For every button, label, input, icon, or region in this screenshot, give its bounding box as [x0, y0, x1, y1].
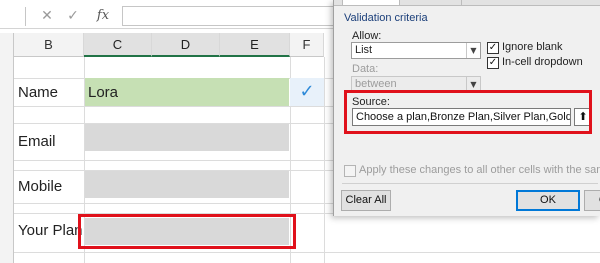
dialog-divider: [342, 183, 598, 184]
allow-label: Allow:: [352, 30, 382, 42]
column-header-b[interactable]: B: [14, 33, 84, 57]
name-label: Name: [18, 84, 59, 101]
ok-button[interactable]: OK: [516, 190, 580, 211]
column-header-f[interactable]: F: [290, 33, 324, 57]
insert-function-button[interactable]: fx: [92, 6, 114, 26]
name-box[interactable]: [0, 6, 24, 26]
apply-all-checkbox[interactable]: [344, 165, 356, 177]
ignore-blank-checkbox[interactable]: ✓: [487, 42, 499, 54]
plan-cell-highlight: [78, 214, 296, 249]
column-header-d[interactable]: D: [152, 33, 220, 57]
grid-line: [14, 252, 600, 253]
formula-input[interactable]: [122, 6, 352, 26]
mobile-label: Mobile: [18, 178, 63, 195]
grid-line: [324, 57, 325, 263]
allow-value: List: [355, 44, 373, 56]
column-header-e[interactable]: E: [220, 33, 290, 57]
source-highlight: [344, 90, 592, 134]
plan-label: Your Plan: [18, 222, 83, 239]
tab-input-message[interactable]: [404, 0, 462, 5]
name-cell[interactable]: Lora: [85, 78, 289, 106]
close-icon[interactable]: ✕: [36, 6, 58, 26]
row-header-strip: [0, 33, 14, 263]
ignore-blank-label: Ignore blank: [502, 41, 563, 53]
column-header-c[interactable]: C: [84, 33, 152, 57]
checkmark-icon[interactable]: ✓: [62, 6, 84, 26]
formula-bar-divider: [25, 7, 26, 26]
in-cell-dropdown-checkbox[interactable]: ✓: [487, 57, 499, 69]
email-label: Email: [18, 133, 56, 150]
name-value: Lora: [88, 84, 119, 101]
cancel-button[interactable]: Cancel: [584, 190, 600, 211]
checkmark-icon[interactable]: ✓: [290, 78, 324, 106]
tab-strip: [334, 0, 600, 6]
chevron-down-icon: ▼: [466, 43, 480, 58]
clear-all-button[interactable]: Clear All: [341, 190, 391, 211]
apply-all-label: Apply these changes to all other cells w…: [359, 164, 600, 176]
in-cell-dropdown-label: In-cell dropdown: [502, 56, 583, 68]
email-cell[interactable]: [85, 124, 289, 151]
data-value: between: [355, 78, 397, 90]
validation-criteria-title: Validation criteria: [344, 12, 428, 24]
data-label: Data:: [352, 63, 379, 75]
allow-select[interactable]: List ▼: [351, 42, 481, 59]
mobile-cell[interactable]: [85, 171, 289, 198]
tab-settings[interactable]: [342, 0, 400, 6]
